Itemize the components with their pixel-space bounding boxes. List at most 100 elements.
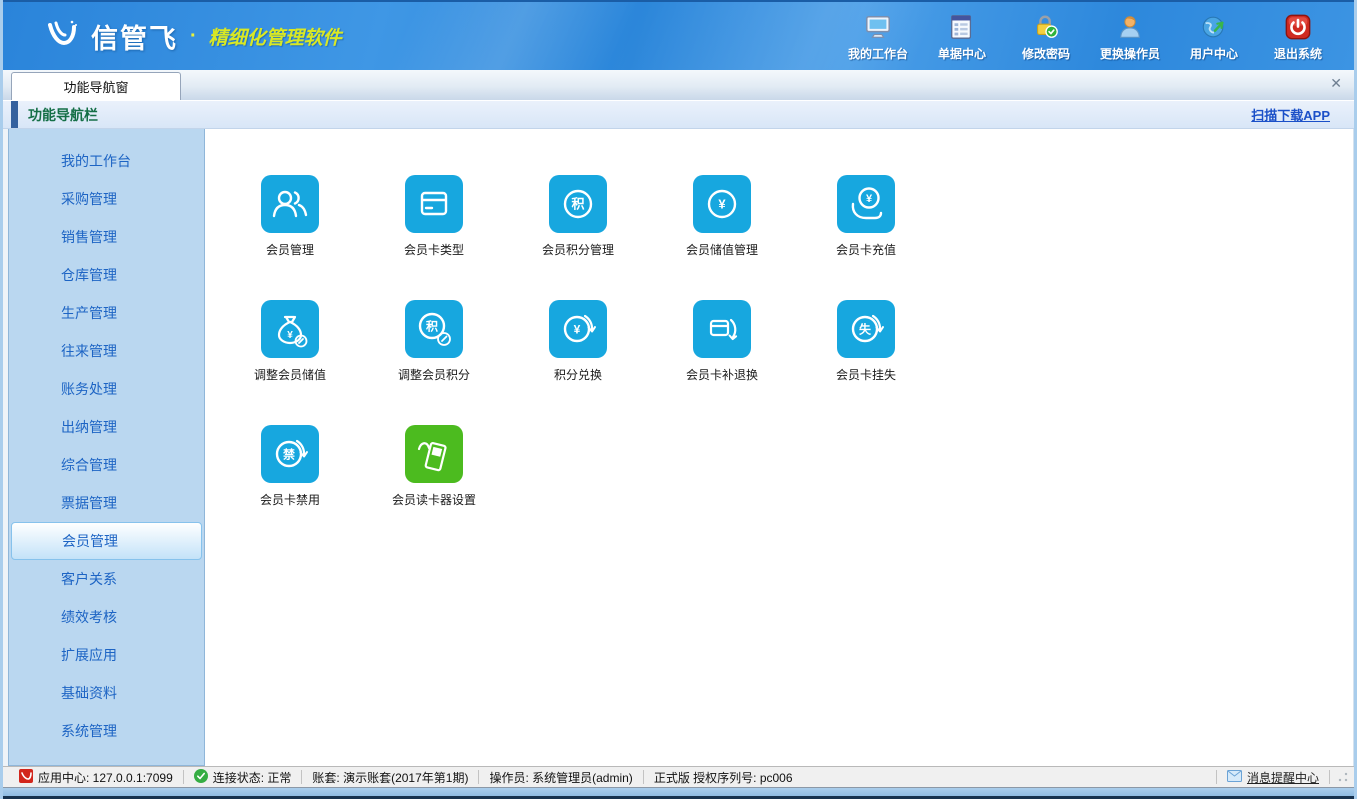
app-window: 信管飞 · 精细化管理软件 我的工作台 单据中心 修改密码 <box>0 0 1357 799</box>
sidebar-item-label: 我的工作台 <box>61 153 131 169</box>
header-toolbar: 我的工作台 单据中心 修改密码 更换操作员 <box>836 10 1340 62</box>
function-item-label: 会员读卡器设置 <box>362 491 506 508</box>
scan-download-app-link[interactable]: 扫描下载APP <box>1251 105 1330 124</box>
toolbar-button[interactable]: 我的工作台 <box>836 10 920 62</box>
sidebar-item[interactable]: 往来管理 <box>11 332 202 370</box>
sidebar-item[interactable]: 客户关系 <box>11 560 202 598</box>
toolbar-button[interactable]: 单据中心 <box>920 10 1004 62</box>
documents-icon <box>947 12 977 42</box>
tab-strip: 功能导航窗 ✕ <box>3 70 1354 101</box>
app-center-text: 应用中心: 127.0.0.1:7099 <box>38 769 173 786</box>
function-item[interactable]: ¥ 积分兑换 <box>549 300 693 425</box>
user-center-globe-icon <box>1199 12 1229 42</box>
function-item[interactable]: ¥ 会员储值管理 <box>693 175 837 300</box>
connection-ok-icon <box>194 769 208 786</box>
function-item[interactable]: 失 会员卡挂失 <box>837 300 981 425</box>
sidebar-item[interactable]: 会员管理 <box>11 522 202 560</box>
function-item-label: 会员卡挂失 <box>794 366 938 383</box>
close-icon[interactable]: ✕ <box>1330 76 1342 90</box>
function-item[interactable]: 会员卡类型 <box>405 175 549 300</box>
brand-tagline: 精细化管理软件 <box>209 23 342 50</box>
tab-label: 功能导航窗 <box>63 77 128 96</box>
svg-text:积: 积 <box>571 197 584 212</box>
member-card-type-icon <box>405 175 463 233</box>
sidebar-item-label: 综合管理 <box>61 457 117 473</box>
toolbar-button[interactable]: 更换操作员 <box>1088 10 1172 62</box>
sidebar-item[interactable]: 综合管理 <box>11 446 202 484</box>
sidebar-item-label: 生产管理 <box>61 305 117 321</box>
function-item[interactable]: 积 调整会员积分 <box>405 300 549 425</box>
app-header: 信管飞 · 精细化管理软件 我的工作台 单据中心 修改密码 <box>3 0 1354 70</box>
member-management-icon <box>261 175 319 233</box>
toolbar-button[interactable]: 用户中心 <box>1172 10 1256 62</box>
sidebar-item[interactable]: 系统管理 <box>11 712 202 750</box>
sidebar-item[interactable]: 基础资料 <box>11 674 202 712</box>
toolbar-button-label: 用户中心 <box>1190 45 1238 62</box>
function-item-label: 积分兑换 <box>506 366 650 383</box>
sidebar-item[interactable]: 出纳管理 <box>11 408 202 446</box>
envelope-icon <box>1227 770 1242 785</box>
card-reader-settings-icon <box>405 425 463 483</box>
toolbar-button-label: 我的工作台 <box>848 45 908 62</box>
operator-status: 操作员: 系统管理员(admin) <box>479 769 642 786</box>
sidebar-item[interactable]: 绩效考核 <box>11 598 202 636</box>
function-item-label: 会员卡禁用 <box>218 491 362 508</box>
function-item[interactable]: 会员卡补退换 <box>693 300 837 425</box>
account-set-status: 账套: 演示账套(2017年第1期) <box>302 769 478 786</box>
sidebar-item[interactable]: 生产管理 <box>11 294 202 332</box>
function-item[interactable]: ¥ 会员卡充值 <box>837 175 981 300</box>
sidebar-item-label: 销售管理 <box>61 229 117 245</box>
card-replace-icon <box>693 300 751 358</box>
app-logo-icon <box>19 769 33 786</box>
exit-power-icon <box>1283 12 1313 42</box>
function-item[interactable]: 会员管理 <box>261 175 405 300</box>
sidebar-item-label: 采购管理 <box>61 191 117 207</box>
function-item[interactable]: 禁 会员卡禁用 <box>261 425 405 550</box>
sidebar-item[interactable]: 采购管理 <box>11 180 202 218</box>
brand: 信管飞 · 精细化管理软件 <box>45 17 342 56</box>
tab-function-navigation[interactable]: 功能导航窗 <box>11 72 181 100</box>
function-item[interactable]: 会员读卡器设置 <box>405 425 549 550</box>
sidebar: 我的工作台 采购管理 销售管理 仓库管理 生产管理 <box>8 129 205 766</box>
toolbar-button[interactable]: 修改密码 <box>1004 10 1088 62</box>
sidebar-item-label: 账务处理 <box>61 381 117 397</box>
operator-text: 操作员: 系统管理员(admin) <box>489 769 632 786</box>
toolbar-button-label: 更换操作员 <box>1100 45 1160 62</box>
connection-text: 连接状态: 正常 <box>213 769 292 786</box>
adjust-stored-value-icon: ¥ <box>261 300 319 358</box>
function-item-label: 会员管理 <box>218 241 362 258</box>
sidebar-item[interactable]: 仓库管理 <box>11 256 202 294</box>
sidebar-item[interactable]: 票据管理 <box>11 484 202 522</box>
svg-text:禁: 禁 <box>283 446 295 461</box>
message-center[interactable]: 消息提醒中心 <box>1217 769 1329 786</box>
function-item-label: 会员卡补退换 <box>650 366 794 383</box>
function-item[interactable]: ¥ 调整会员储值 <box>261 300 405 425</box>
member-stored-value-icon: ¥ <box>693 175 751 233</box>
toolbar-button[interactable]: 退出系统 <box>1256 10 1340 62</box>
sidebar-item[interactable]: 账务处理 <box>11 370 202 408</box>
resize-grip-icon[interactable] <box>1338 772 1348 782</box>
message-center-link[interactable]: 消息提醒中心 <box>1247 769 1319 786</box>
sidebar-item-label: 出纳管理 <box>61 419 117 435</box>
svg-text:失: 失 <box>859 321 872 336</box>
card-loss-icon: 失 <box>837 300 895 358</box>
sidebar-item[interactable]: 销售管理 <box>11 218 202 256</box>
card-recharge-icon: ¥ <box>837 175 895 233</box>
sidebar-item-label: 仓库管理 <box>61 267 117 283</box>
sidebar-item[interactable]: 我的工作台 <box>11 142 202 180</box>
svg-text:积: 积 <box>426 318 438 333</box>
app-center-status: 应用中心: 127.0.0.1:7099 <box>9 769 183 786</box>
svg-text:¥: ¥ <box>287 330 293 341</box>
sidebar-item-label: 客户关系 <box>61 571 117 587</box>
license-text: 正式版 授权序列号: pc006 <box>654 769 793 786</box>
function-item-label: 调整会员储值 <box>218 366 362 383</box>
points-exchange-icon: ¥ <box>549 300 607 358</box>
svg-text:¥: ¥ <box>718 197 726 212</box>
function-item-label: 会员积分管理 <box>506 241 650 258</box>
member-points-icon: 积 <box>549 175 607 233</box>
content-area: 会员管理 会员卡类型 积 会员积分管理 ¥ 会员储值管理 <box>205 129 1354 766</box>
function-item[interactable]: 积 会员积分管理 <box>549 175 693 300</box>
brand-name: 信管飞 <box>91 17 178 56</box>
sidebar-item[interactable]: 扩展应用 <box>11 636 202 674</box>
connection-status: 连接状态: 正常 <box>184 769 302 786</box>
